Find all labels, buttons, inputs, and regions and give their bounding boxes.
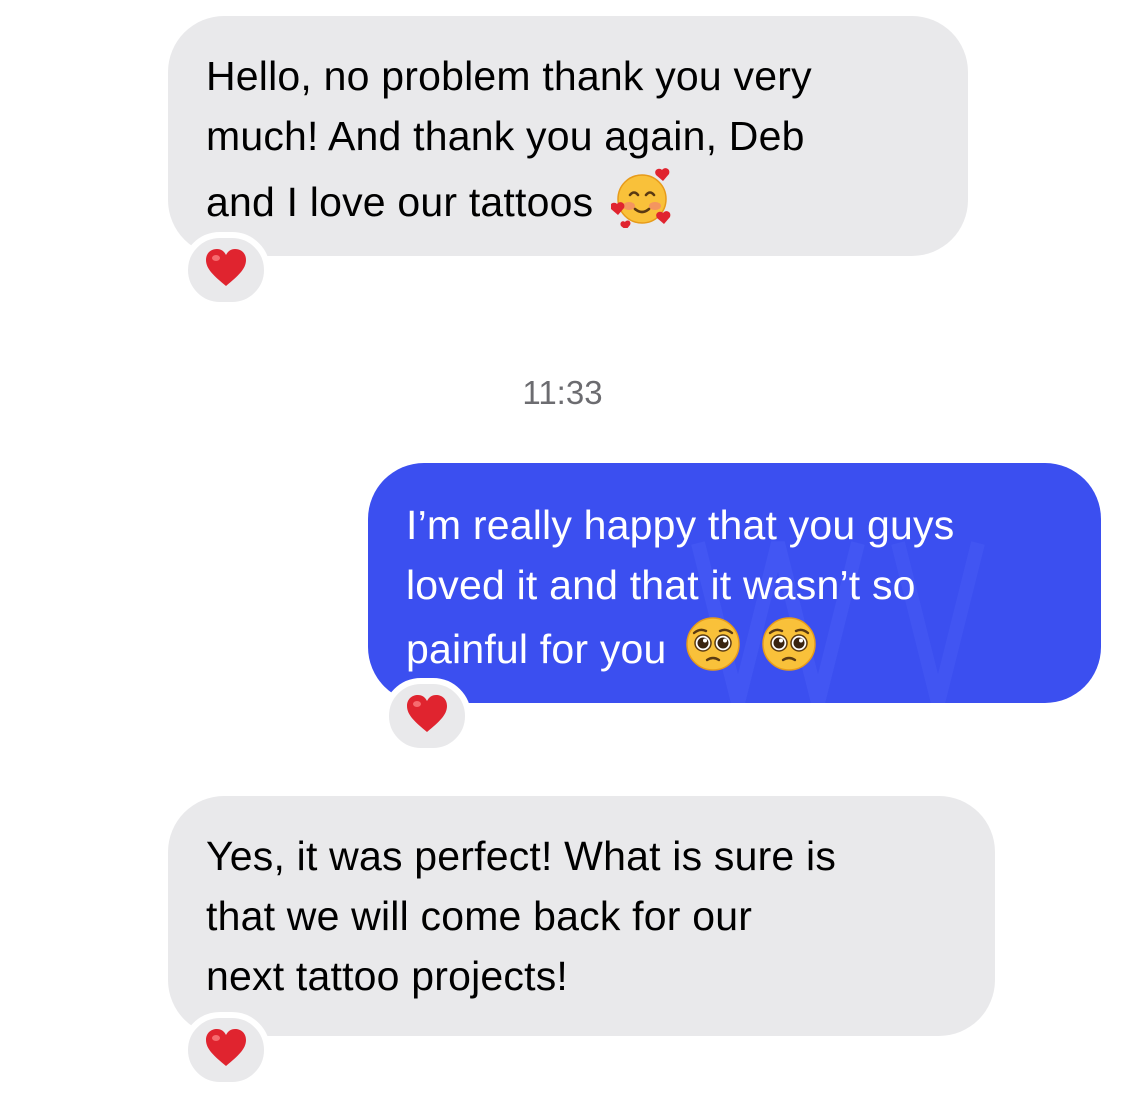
pleading-face-emoji-icon bbox=[760, 615, 818, 689]
message-text-line: and I love our tattoos bbox=[206, 166, 930, 244]
message-text-line: next tattoo projects! bbox=[206, 953, 569, 999]
smiling-face-with-hearts-emoji-icon bbox=[610, 166, 673, 244]
message-text-line: I’m really happy that you guys bbox=[406, 502, 955, 548]
heart-reaction-badge[interactable] bbox=[182, 232, 270, 308]
incoming-message-bubble[interactable]: Hello, no problem thank you very much! A… bbox=[168, 16, 968, 256]
red-heart-icon bbox=[204, 1028, 248, 1073]
message-text-line: painful for you bbox=[406, 615, 1063, 689]
message-text-line: loved it and that it wasn’t so bbox=[406, 562, 916, 608]
message-text-line: that we will come back for our bbox=[206, 893, 753, 939]
heart-reaction-badge[interactable] bbox=[383, 678, 471, 754]
red-heart-icon bbox=[405, 694, 449, 739]
message-text-line: Yes, it was perfect! What is sure is bbox=[206, 833, 837, 879]
incoming-message-bubble[interactable]: Yes, it was perfect! What is sure is tha… bbox=[168, 796, 995, 1036]
message-timestamp: 11:33 bbox=[522, 374, 603, 411]
outgoing-message-bubble[interactable]: I’m really happy that you guys loved it … bbox=[368, 463, 1101, 703]
message-text-line: Hello, no problem thank you very bbox=[206, 53, 812, 99]
pleading-face-emoji-icon bbox=[684, 615, 742, 689]
heart-reaction-badge[interactable] bbox=[182, 1012, 270, 1088]
red-heart-icon bbox=[204, 248, 248, 293]
message-text-line: much! And thank you again, Deb bbox=[206, 113, 805, 159]
